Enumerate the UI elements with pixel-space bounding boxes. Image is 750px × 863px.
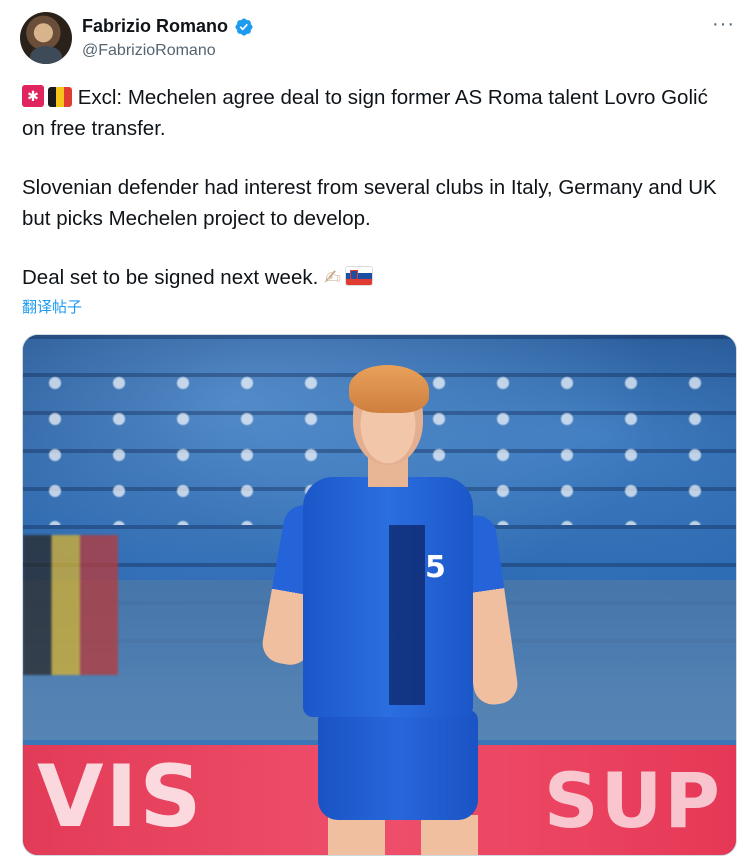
player-legs [328, 815, 478, 855]
player-hair [349, 365, 429, 413]
slovenia-flag-icon [345, 266, 374, 286]
tweet-paragraph-2: Slovenian defender had interest from sev… [22, 172, 734, 234]
tweet-paragraph-3: Deal set to be signed next week. ✍ [22, 262, 734, 294]
author-display-name[interactable]: Fabrizio Romano [82, 16, 228, 37]
crowd-flag [23, 535, 118, 675]
translate-post-link[interactable]: 翻译帖子 [22, 296, 82, 317]
tweet-text: Excl: Mechelen agree deal to sign former… [22, 82, 734, 294]
verified-badge-icon [235, 17, 253, 36]
player-jersey [303, 477, 473, 717]
ad-board-text-left: VIS [37, 747, 204, 847]
author-handle[interactable]: @FabrizioRomano [82, 42, 216, 60]
ad-board-text-right: SUP [543, 756, 722, 845]
tweet-media-image[interactable]: VIS SUP 5 [22, 334, 737, 856]
belgium-flag-icon [48, 87, 72, 107]
writing-hand-icon: ✍ [324, 267, 342, 289]
author-avatar[interactable] [20, 12, 72, 64]
tweet-line-2: Slovenian defender had interest from sev… [22, 176, 717, 230]
football-player: 5 [259, 365, 521, 855]
more-options-icon[interactable]: ··· [712, 14, 735, 34]
tweet-line-3: Deal set to be signed next week. [22, 266, 319, 289]
tweet-line-1: Excl: Mechelen agree deal to sign former… [22, 86, 708, 140]
tweet-header: Fabrizio Romano @FabrizioRomano ··· [20, 10, 735, 68]
siren-icon [22, 85, 44, 107]
author-name-row: Fabrizio Romano [82, 16, 254, 37]
player-shorts [318, 710, 478, 820]
tweet-paragraph-1: Excl: Mechelen agree deal to sign former… [22, 82, 734, 144]
jersey-number: 5 [425, 550, 446, 585]
jersey-stripe [389, 525, 425, 705]
